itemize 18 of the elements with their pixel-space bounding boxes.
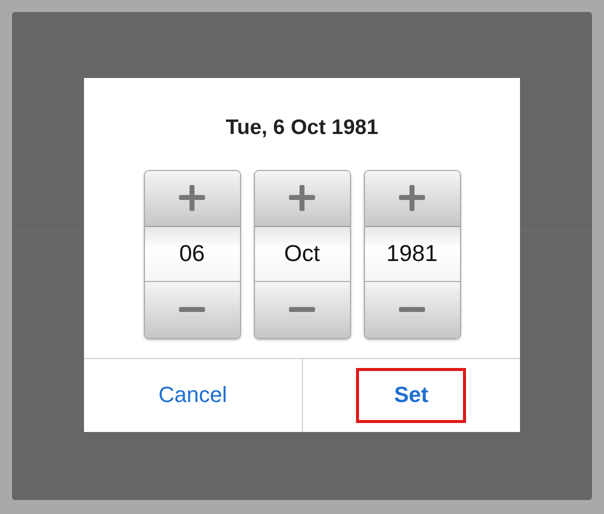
plus-icon bbox=[399, 185, 425, 211]
increment-button[interactable] bbox=[254, 170, 350, 226]
value-field[interactable]: 1981 bbox=[364, 226, 460, 280]
minus-icon bbox=[179, 307, 205, 312]
decrement-button[interactable] bbox=[144, 280, 240, 338]
plus-icon bbox=[289, 185, 315, 211]
cancel-button[interactable]: Cancel bbox=[126, 369, 260, 422]
value-field[interactable]: Oct bbox=[254, 226, 350, 280]
minus-icon bbox=[289, 307, 315, 312]
decrement-button[interactable] bbox=[364, 280, 460, 338]
plus-icon bbox=[179, 185, 205, 211]
set-button[interactable]: Set bbox=[356, 368, 466, 423]
minus-icon bbox=[399, 307, 425, 312]
dialog-title: Tue, 6 Oct 1981 bbox=[224, 115, 380, 141]
value-field[interactable]: 06 bbox=[144, 226, 240, 280]
decrement-button[interactable] bbox=[254, 280, 350, 338]
increment-button[interactable] bbox=[364, 170, 460, 226]
increment-button[interactable] bbox=[144, 170, 240, 226]
